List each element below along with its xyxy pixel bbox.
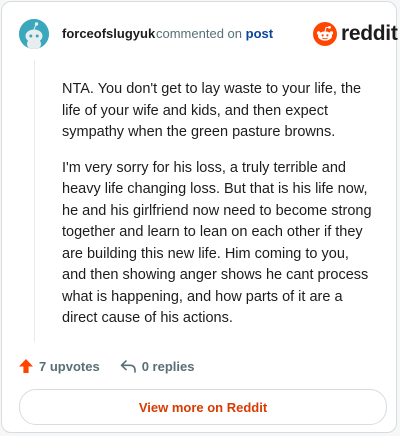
comment-paragraph: I'm very sorry for his loss, a truly ter… — [62, 159, 372, 327]
comment-author[interactable]: forceofslugyuk — [62, 26, 155, 41]
comment-body: NTA. You don't get to lay waste to your … — [62, 79, 372, 344]
upvote-count: 7 upvotes — [39, 358, 100, 374]
comment-paragraph: NTA. You don't get to lay waste to your … — [62, 81, 362, 140]
reply-count: 0 replies — [141, 358, 195, 374]
view-more-button[interactable]: View more on Reddit — [19, 389, 387, 425]
reddit-logo[interactable]: reddit — [313, 22, 398, 46]
upvote-button[interactable]: 7 upvotes — [18, 358, 100, 374]
logo-text: reddit — [341, 22, 398, 45]
reddit-logo-icon — [313, 22, 337, 46]
reply-arrow-icon — [120, 360, 136, 373]
meta-text: commented on — [156, 26, 242, 41]
avatar[interactable] — [19, 19, 49, 49]
thread-line — [34, 60, 35, 342]
reply-button[interactable]: 0 replies — [120, 358, 195, 374]
upvote-arrow-icon — [19, 359, 33, 373]
embedded-comment-card: forceofslugyuk commented on post reddit … — [1, 1, 398, 433]
post-link[interactable]: post — [246, 26, 273, 41]
snoo-avatar-icon — [19, 19, 49, 49]
comment-actions: 7 upvotes 0 replies — [18, 356, 194, 376]
comment-meta: commented on post — [156, 26, 273, 41]
